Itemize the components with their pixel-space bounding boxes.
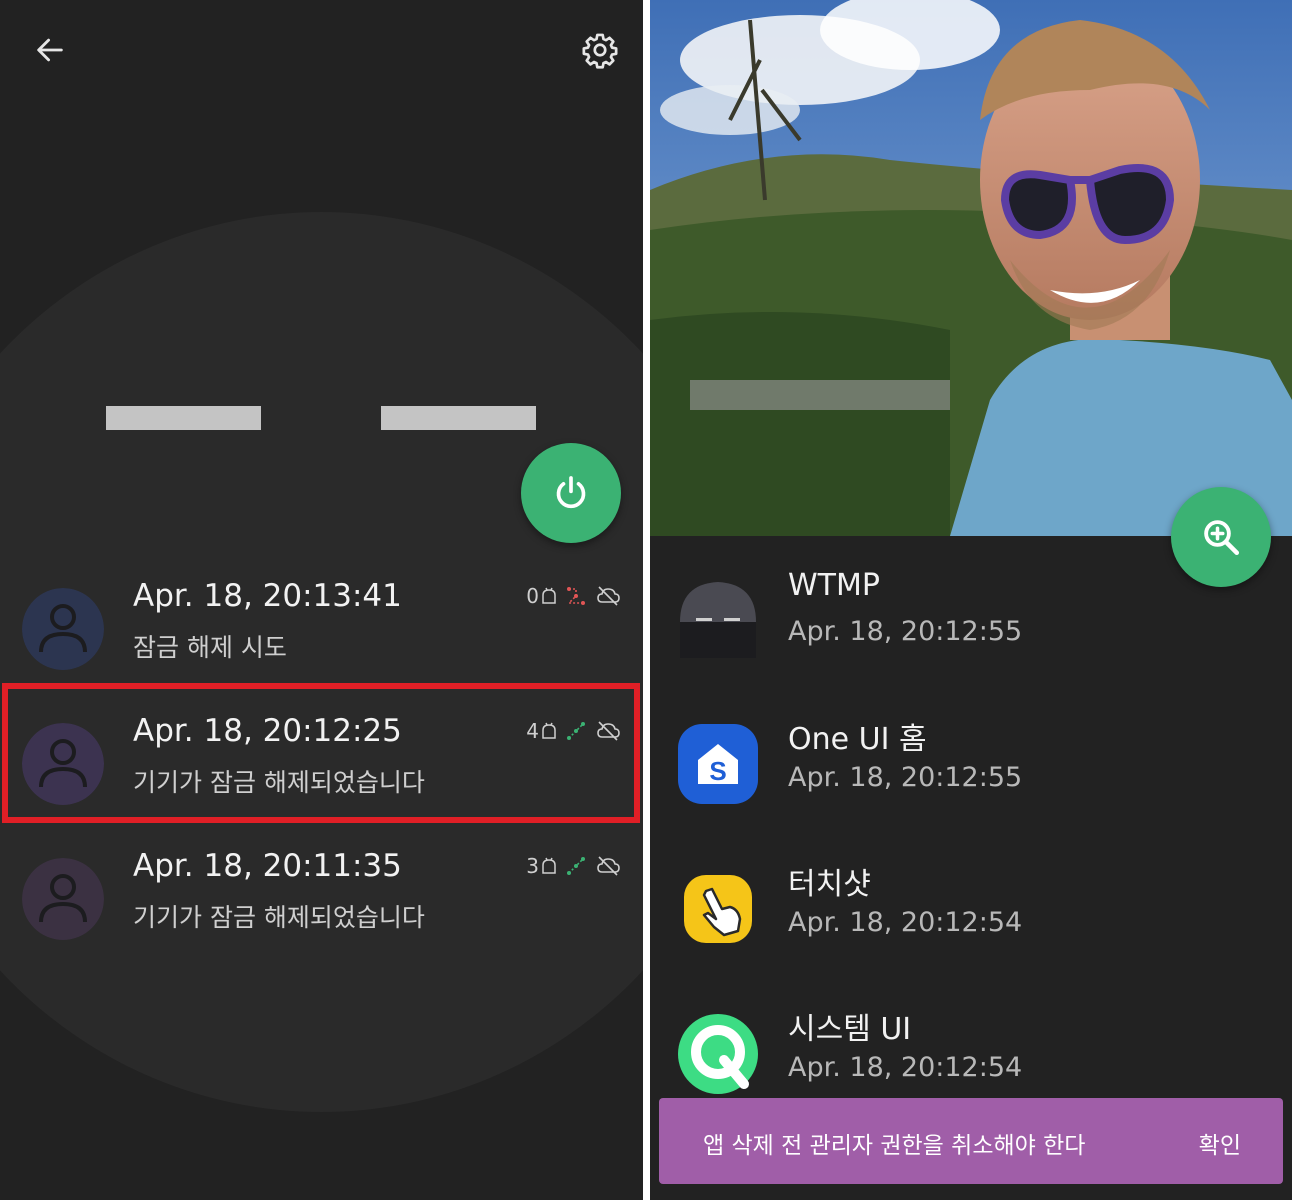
- photo-count: 3: [526, 854, 557, 878]
- back-button[interactable]: [22, 26, 78, 74]
- gear-icon: [582, 33, 618, 69]
- zoom-in-icon: [1204, 520, 1240, 556]
- svg-text:S: S: [709, 756, 726, 786]
- log-message: 기기가 잠금 해제되었습니다: [133, 903, 425, 932]
- unlock-pattern-icon: [567, 857, 585, 875]
- app-list-item[interactable]: S One UI 홈 Apr. 18, 20:12:55: [650, 714, 1292, 859]
- snackbar-confirm-button[interactable]: 확인: [1199, 1126, 1241, 1160]
- log-list-item[interactable]: Apr. 18, 20:13:41 잠금 해제 시도 0: [0, 560, 643, 695]
- log-time: Apr. 18, 20:13:41: [133, 578, 402, 614]
- log-message: 잠금 해제 시도: [133, 633, 287, 662]
- wtmp-app-icon: [678, 578, 758, 658]
- snackbar: 앱 삭제 전 관리자 권한을 취소해야 한다 확인: [659, 1098, 1283, 1184]
- settings-button[interactable]: [572, 24, 628, 76]
- right-panel: WTMP Apr. 18, 20:12:55 S One UI 홈 Apr. 1…: [650, 0, 1292, 1200]
- app-time: Apr. 18, 20:12:54: [788, 1052, 1023, 1083]
- app-list-item[interactable]: 터치샷 Apr. 18, 20:12:54: [650, 859, 1292, 1004]
- arrow-left-icon: [37, 38, 63, 62]
- time-placeholder-bar: [381, 406, 536, 430]
- app-time: Apr. 18, 20:12:55: [788, 762, 1023, 793]
- android-icon: [542, 587, 556, 604]
- cloud-off-icon: [597, 586, 620, 606]
- power-button[interactable]: [521, 443, 621, 543]
- app-name: 터치샷: [788, 867, 871, 902]
- log-badges: 0: [526, 584, 621, 608]
- left-panel: Apr. 18, 20:13:41 잠금 해제 시도 0 Apr. 18, 20…: [0, 0, 643, 1200]
- log-list-item[interactable]: Apr. 18, 20:11:35 기기가 잠금 해제되었습니다 3: [0, 830, 643, 965]
- time-placeholder-bar: [106, 406, 261, 430]
- touchshot-icon: [678, 869, 758, 949]
- app-list-item[interactable]: WTMP Apr. 18, 20:12:55: [650, 568, 1292, 713]
- intruder-photo[interactable]: [650, 0, 1292, 536]
- avatar: [22, 588, 104, 670]
- one-ui-home-icon: S: [678, 724, 758, 804]
- app-name: WTMP: [788, 568, 880, 603]
- app-name: 시스템 UI: [788, 1012, 912, 1047]
- unlock-pattern-icon: [567, 587, 585, 605]
- log-badges: 3: [526, 854, 621, 878]
- cloud-off-icon: [597, 856, 620, 876]
- system-ui-icon: [678, 1014, 758, 1094]
- power-icon: [556, 476, 586, 509]
- log-time: Apr. 18, 20:11:35: [133, 848, 402, 884]
- photo-count: 0: [526, 584, 557, 608]
- selection-highlight-box: [2, 683, 640, 823]
- app-name: One UI 홈: [788, 722, 927, 757]
- app-time: Apr. 18, 20:12:54: [788, 907, 1023, 938]
- app-time: Apr. 18, 20:12:55: [788, 616, 1023, 647]
- snackbar-message: 앱 삭제 전 관리자 권한을 취소해야 한다: [703, 1133, 1086, 1159]
- android-icon: [542, 857, 556, 874]
- avatar: [22, 858, 104, 940]
